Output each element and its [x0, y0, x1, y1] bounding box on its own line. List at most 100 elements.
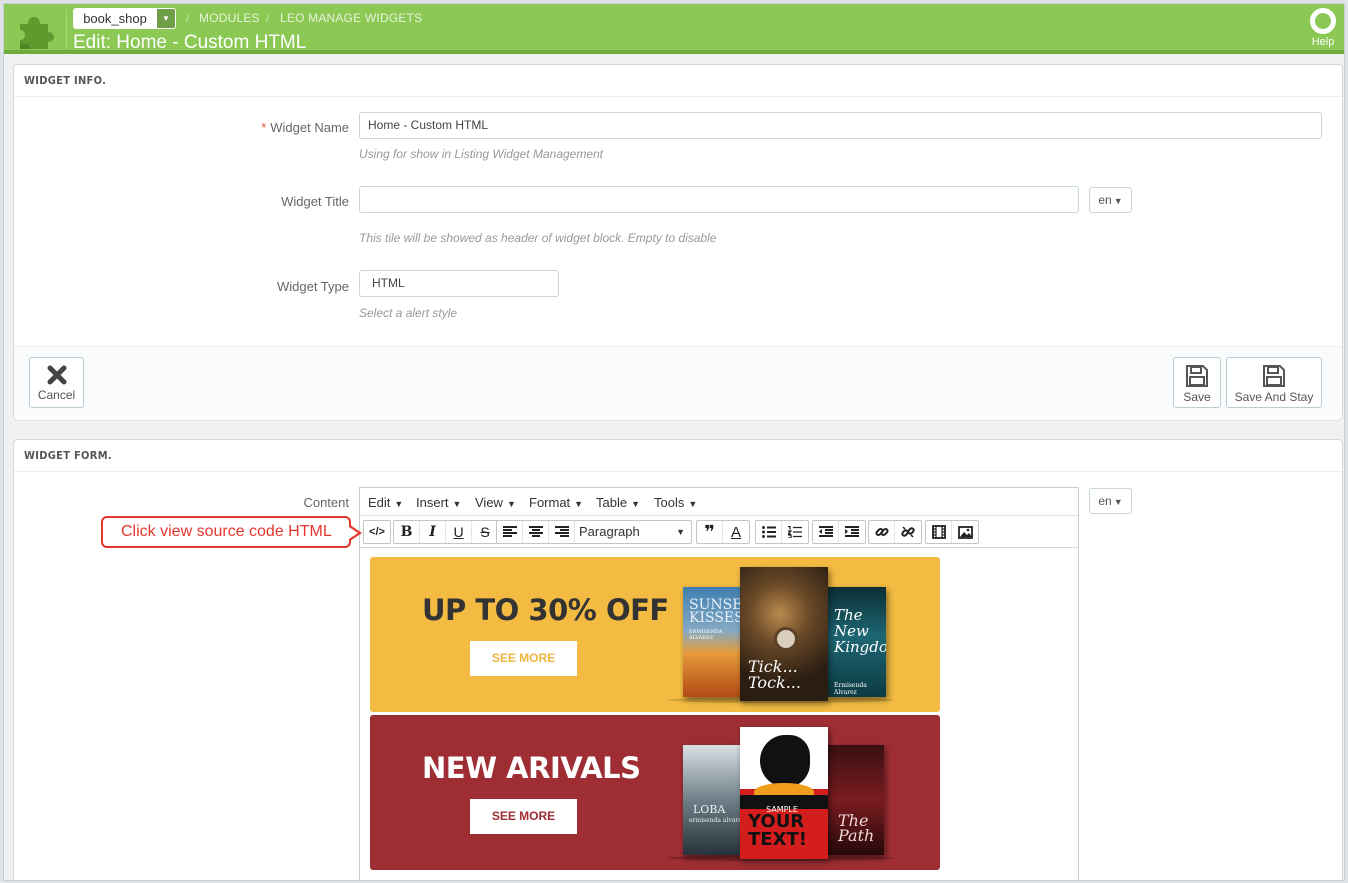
close-icon [47, 365, 66, 385]
see-more-button[interactable]: SEE MORE [470, 799, 577, 834]
widget-type-label: Widget Type [276, 279, 349, 294]
language-code: en [1098, 494, 1112, 508]
caret-down-icon: ▼ [1113, 497, 1123, 507]
book-author: ermisenda alvarez [689, 817, 745, 824]
indent-icon [845, 526, 859, 537]
book-author: Ermisenda Alvarez [834, 682, 867, 696]
clock-icon [774, 627, 798, 651]
align-center-button[interactable] [523, 521, 549, 543]
bullet-list-button[interactable] [756, 521, 782, 543]
menu-edit-label: Edit [368, 495, 391, 510]
help-button[interactable]: Help [1308, 8, 1338, 48]
widget-name-hint: Using for show in Listing Widget Managem… [359, 147, 604, 161]
text-color-button[interactable]: A [723, 521, 749, 543]
book-cover-loba: LOBA ermisenda alvarez [683, 745, 745, 855]
align-left-icon [502, 526, 517, 537]
menu-view[interactable]: View ▼ [475, 495, 516, 510]
caret-down-icon: ▼ [574, 499, 584, 509]
breadcrumb-leo-manage-widgets[interactable]: LEO MANAGE WIDGETS [280, 11, 422, 25]
list-group [755, 520, 809, 544]
app-window: book_shop ▼ / MODULES / LEO MANAGE WIDGE… [3, 3, 1345, 881]
content-language-dropdown[interactable]: en ▼ [1089, 488, 1132, 514]
widget-name-input[interactable]: Home - Custom HTML [359, 112, 1322, 139]
lifebuoy-icon [1310, 8, 1336, 34]
editor-toolbar: </> B I U S Paragraph ▼ ❞ A [360, 516, 1078, 548]
panel-footer: Cancel Save Save And Stay [14, 346, 1342, 420]
indent-button[interactable] [839, 521, 865, 543]
save-and-stay-button[interactable]: Save And Stay [1226, 357, 1322, 408]
caret-down-icon: ▼ [1113, 196, 1123, 206]
save-label: Save [1183, 390, 1211, 404]
format-select[interactable]: Paragraph ▼ [575, 521, 691, 543]
book-title: LOBA [693, 803, 726, 816]
widget-type-field[interactable]: HTML [359, 270, 559, 297]
menu-tools-label: Tools [654, 495, 685, 510]
title-language-dropdown[interactable]: en ▼ [1089, 187, 1132, 213]
caret-down-icon: ▼ [688, 499, 698, 509]
menu-table[interactable]: Table ▼ [596, 495, 640, 510]
menu-edit[interactable]: Edit ▼ [368, 495, 403, 510]
shop-selector[interactable]: book_shop ▼ [73, 8, 176, 29]
panel-heading: WIDGET INFO. [14, 65, 1342, 97]
shop-name: book_shop [83, 11, 147, 26]
menu-tools[interactable]: Tools ▼ [654, 495, 697, 510]
image-icon [957, 525, 973, 539]
menu-insert[interactable]: Insert ▼ [416, 495, 461, 510]
unlink-button[interactable] [895, 521, 921, 543]
save-and-stay-label: Save And Stay [1234, 390, 1314, 404]
quote-group: ❞ A [696, 520, 750, 544]
promo-banner-sale: UP TO 30% OFF SEE MORE SUNSETKISSES ERMI… [370, 557, 940, 712]
caret-down-icon: ▼ [452, 499, 462, 509]
insert-video-button[interactable] [926, 521, 952, 543]
breadcrumb-modules[interactable]: MODULES [199, 11, 260, 25]
promo-banner-new-arrivals: NEW ARIVALS SEE MORE LOBA ermisenda alva… [370, 715, 940, 870]
menu-view-label: View [475, 495, 503, 510]
caret-down-icon: ▼ [631, 499, 640, 509]
align-right-icon [554, 526, 569, 537]
align-right-button[interactable] [549, 521, 575, 543]
banner-title: UP TO 30% OFF [422, 593, 669, 627]
book-cover-tick-tock: Tick... Tock... [740, 567, 828, 701]
outdent-icon [818, 526, 833, 537]
italic-button[interactable]: I [420, 521, 446, 543]
caret-down-icon: ▼ [394, 499, 404, 509]
save-icon [1263, 365, 1285, 387]
widget-name-label-text: Widget Name [270, 120, 349, 135]
annotation-callout: Click view source code HTML [101, 516, 362, 548]
widget-form-panel: WIDGET FORM. Content en ▼ Edit ▼ Insert ▼ V… [13, 439, 1343, 880]
align-left-button[interactable] [497, 521, 523, 543]
content-label: Content [303, 495, 349, 510]
insert-image-button[interactable] [952, 521, 978, 543]
book-title: Path [838, 826, 875, 845]
book-cover-new-kingdom: The NewKingdom Ermisenda Alvarez [828, 587, 886, 697]
required-marker: * [261, 120, 267, 135]
save-button[interactable]: Save [1173, 357, 1221, 408]
link-button[interactable] [869, 521, 895, 543]
source-code-button[interactable]: </> [364, 521, 390, 543]
book-author: ERMISENDA ALVAREZ [689, 629, 723, 641]
align-group: Paragraph ▼ [496, 520, 692, 544]
menu-format[interactable]: Format ▼ [529, 495, 583, 510]
outdent-button[interactable] [813, 521, 839, 543]
banner-title: NEW ARIVALS [422, 751, 641, 785]
book-cover-your-text: YOUR TEXT! SAMPLE [740, 727, 828, 859]
cancel-button[interactable]: Cancel [29, 357, 84, 408]
source-group: </> [363, 520, 391, 544]
see-more-button[interactable]: SEE MORE [470, 641, 577, 676]
numbered-list-button[interactable] [782, 521, 808, 543]
puzzle-icon [20, 17, 54, 49]
book-title: KISSES [689, 610, 744, 626]
unlink-icon [901, 526, 915, 538]
widget-type-hint: Select a alert style [359, 306, 458, 320]
underline-button[interactable]: U [446, 521, 472, 543]
widget-title-input[interactable] [359, 186, 1079, 213]
strikethrough-button[interactable]: S [472, 521, 498, 543]
blockquote-button[interactable]: ❞ [697, 521, 723, 543]
numbered-list-icon [788, 526, 802, 538]
align-center-icon [528, 526, 543, 537]
bold-button[interactable]: B [394, 521, 420, 543]
header-bar: book_shop ▼ / MODULES / LEO MANAGE WIDGE… [4, 4, 1344, 54]
book-subtitle: SAMPLE [766, 805, 798, 814]
rich-text-editor[interactable]: Edit ▼ Insert ▼ View ▼ Format ▼ Table ▼ Tools… [359, 487, 1079, 880]
cancel-label: Cancel [37, 388, 76, 402]
